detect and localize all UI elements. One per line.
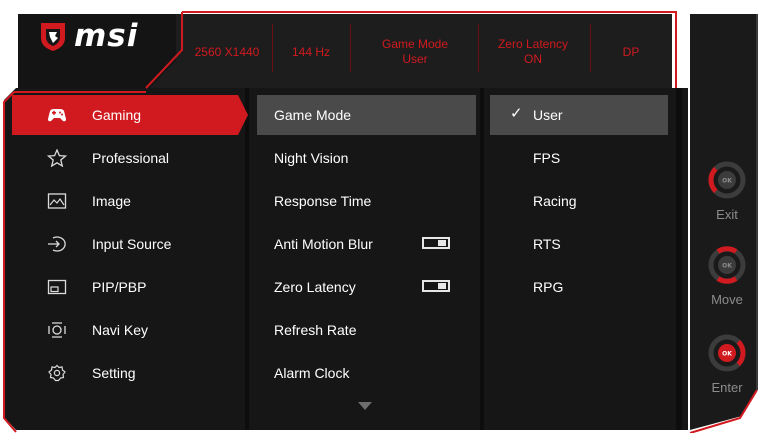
option-item-user[interactable]: ✓ User — [490, 95, 668, 135]
submenu-label: Response Time — [274, 193, 372, 209]
option-label: RPG — [533, 279, 564, 295]
ok-key-text: OK — [722, 351, 732, 358]
navi-key-enter-icon: OK — [708, 334, 746, 372]
main-menu-item-input-source[interactable]: Input Source — [12, 224, 238, 264]
main-menu-label: Gaming — [92, 107, 142, 123]
option-label: RTS — [533, 236, 561, 252]
submenu-label: Alarm Clock — [274, 365, 350, 381]
submenu-item-response-time[interactable]: Response Time — [257, 181, 476, 221]
enter-hint-label: Enter — [711, 380, 743, 395]
option-label: FPS — [533, 150, 561, 166]
status-separator — [478, 24, 479, 72]
main-menu-item-gaming[interactable]: Gaming — [12, 95, 238, 135]
submenu-item-refresh-rate[interactable]: Refresh Rate — [257, 310, 476, 350]
input-source-icon — [48, 236, 66, 252]
zero-latency-toggle[interactable] — [422, 280, 450, 292]
main-menu-item-pip-pbp[interactable]: PIP/PBP — [12, 267, 238, 307]
navi-key-icon — [48, 322, 66, 338]
status-zero-latency-label: Zero Latency — [497, 37, 569, 51]
logo-text: msi — [74, 18, 139, 54]
star-icon — [47, 149, 67, 167]
status-game-mode-label: Game Mode — [381, 37, 449, 51]
option-label: User — [533, 107, 563, 123]
main-menu-label: Navi Key — [92, 322, 149, 338]
toggle-knob — [438, 240, 446, 246]
toggle-knob — [438, 283, 446, 289]
option-item-rts[interactable]: RTS — [490, 224, 668, 264]
osd-menu: msi 2560 X1440 144 Hz Game Mode User Zer… — [0, 0, 770, 433]
submenu-item-game-mode[interactable]: Game Mode — [257, 95, 476, 135]
main-menu-label: Image — [92, 193, 131, 209]
status-resolution-text: 2560 X1440 — [194, 44, 260, 59]
status-game-mode-value: User — [402, 52, 428, 66]
submenu-label: Game Mode — [274, 107, 352, 123]
main-menu-item-image[interactable]: Image — [12, 181, 238, 221]
exit-hint-label: Exit — [716, 207, 738, 222]
msi-dragon-shield-icon — [41, 23, 65, 51]
column-divider-3 — [676, 88, 682, 430]
active-menu-pointer — [236, 95, 248, 135]
main-menu-item-navi-key[interactable]: Navi Key — [12, 310, 238, 350]
submenu-label: Refresh Rate — [274, 322, 357, 338]
msi-logo: msi — [38, 20, 138, 52]
submenu-item-zero-latency[interactable]: Zero Latency — [257, 267, 476, 307]
status-separator — [350, 24, 351, 72]
option-label: Racing — [533, 193, 577, 209]
pip-icon — [47, 279, 67, 295]
navi-key-move-icon: OK — [708, 246, 746, 284]
status-game-mode: Game Mode User — [356, 30, 474, 74]
status-zero-latency: Zero Latency ON — [484, 30, 582, 74]
status-zero-latency-value: ON — [523, 52, 542, 66]
option-item-fps[interactable]: FPS — [490, 138, 668, 178]
main-menu-label: Input Source — [92, 236, 172, 252]
submenu-item-night-vision[interactable]: Night Vision — [257, 138, 476, 178]
main-menu-item-professional[interactable]: Professional — [12, 138, 238, 178]
anti-motion-blur-toggle[interactable] — [422, 237, 450, 249]
status-input-text: DP — [622, 44, 640, 59]
submenu-label: Anti Motion Blur — [274, 236, 373, 252]
image-icon — [47, 193, 67, 209]
status-refresh: 144 Hz — [278, 30, 344, 74]
gamepad-icon — [48, 109, 66, 122]
option-item-rpg[interactable]: RPG — [490, 267, 668, 307]
main-menu-label: Setting — [92, 365, 136, 381]
status-refresh-text: 144 Hz — [291, 44, 331, 59]
option-item-racing[interactable]: Racing — [490, 181, 668, 221]
submenu-label: Zero Latency — [274, 279, 356, 295]
column-divider-1 — [245, 88, 249, 430]
submenu-label: Night Vision — [274, 150, 349, 166]
ok-key-text: OK — [722, 178, 732, 185]
status-resolution: 2560 X1440 — [186, 30, 268, 74]
submenu-item-alarm-clock[interactable]: Alarm Clock — [257, 353, 476, 393]
scroll-down-arrow-icon[interactable] — [358, 402, 372, 410]
move-hint-label: Move — [711, 292, 743, 307]
navi-key-exit-icon: OK — [708, 161, 746, 199]
main-menu-item-setting[interactable]: Setting — [12, 353, 238, 393]
gear-icon — [48, 364, 66, 382]
submenu-item-anti-motion-blur[interactable]: Anti Motion Blur — [257, 224, 476, 264]
status-separator — [590, 24, 591, 72]
status-separator — [272, 24, 273, 72]
status-input: DP — [596, 30, 666, 74]
checkmark-icon: ✓ — [510, 105, 523, 122]
column-divider-2 — [480, 88, 484, 430]
main-menu-label: PIP/PBP — [92, 279, 147, 295]
ok-key-text: OK — [722, 263, 732, 270]
main-menu-label: Professional — [92, 150, 170, 166]
